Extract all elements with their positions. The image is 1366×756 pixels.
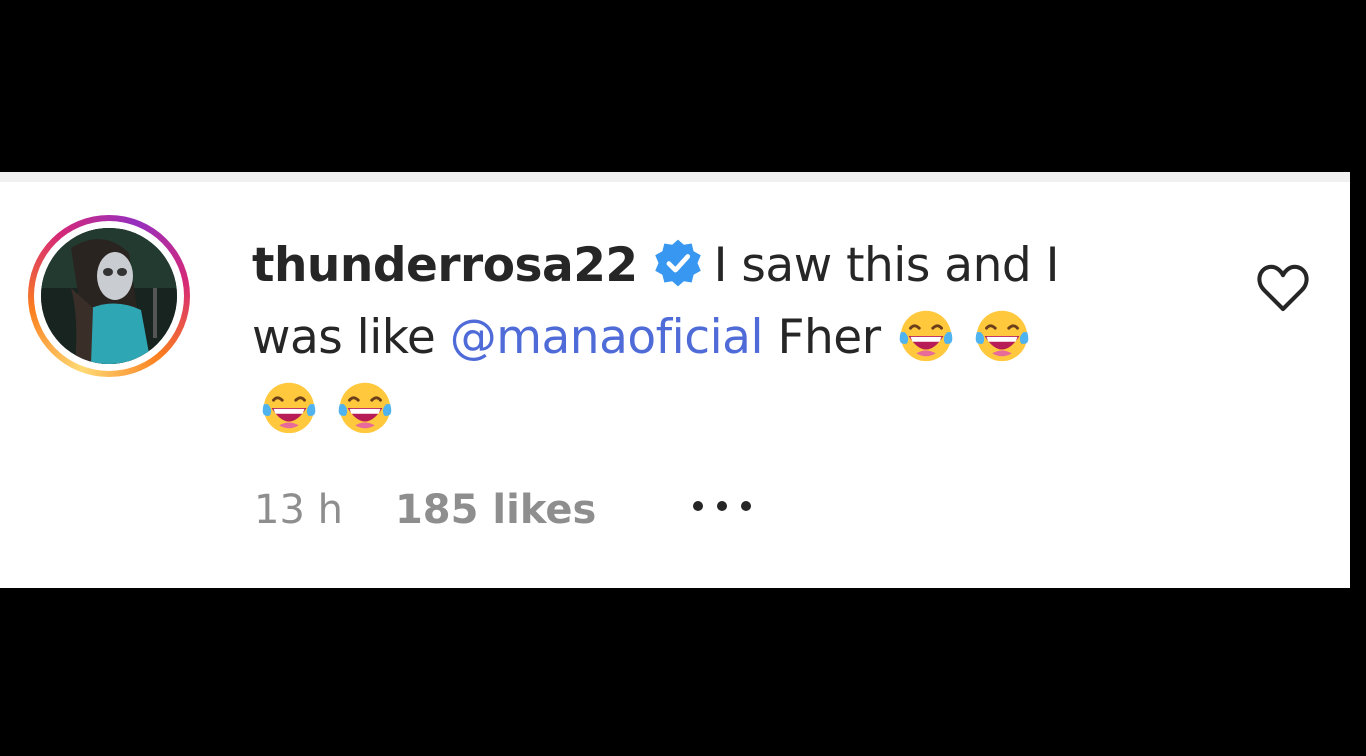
face-with-tears-of-joy-icon (262, 382, 316, 434)
comment-text: thunderrosa22 I saw this and I was like … (252, 230, 1152, 446)
screenshot-frame: thunderrosa22 I saw this and I was like … (0, 0, 1366, 756)
face-with-tears-of-joy-icon (338, 382, 392, 434)
username-link[interactable]: thunderrosa22 (252, 238, 638, 293)
heart-outline-icon[interactable] (1255, 262, 1311, 314)
avatar-border (34, 221, 184, 371)
avatar-image (41, 228, 177, 364)
comment-meta: 13 h 185 likes (254, 487, 756, 533)
comment-text-part2: Fher (777, 310, 881, 365)
comment-time[interactable]: 13 h (254, 487, 343, 533)
comment-likes[interactable]: 185 likes (395, 487, 596, 533)
verified-badge-icon (654, 239, 701, 287)
comment-card: thunderrosa22 I saw this and I was like … (0, 172, 1350, 588)
mention-link[interactable]: @manaoficial (450, 310, 764, 365)
face-with-tears-of-joy-icon (899, 310, 952, 362)
avatar[interactable] (41, 228, 177, 364)
face-with-tears-of-joy-icon (975, 310, 1028, 362)
story-ring[interactable] (28, 215, 190, 377)
more-options-icon[interactable] (688, 496, 756, 516)
emoji-row (252, 382, 396, 437)
